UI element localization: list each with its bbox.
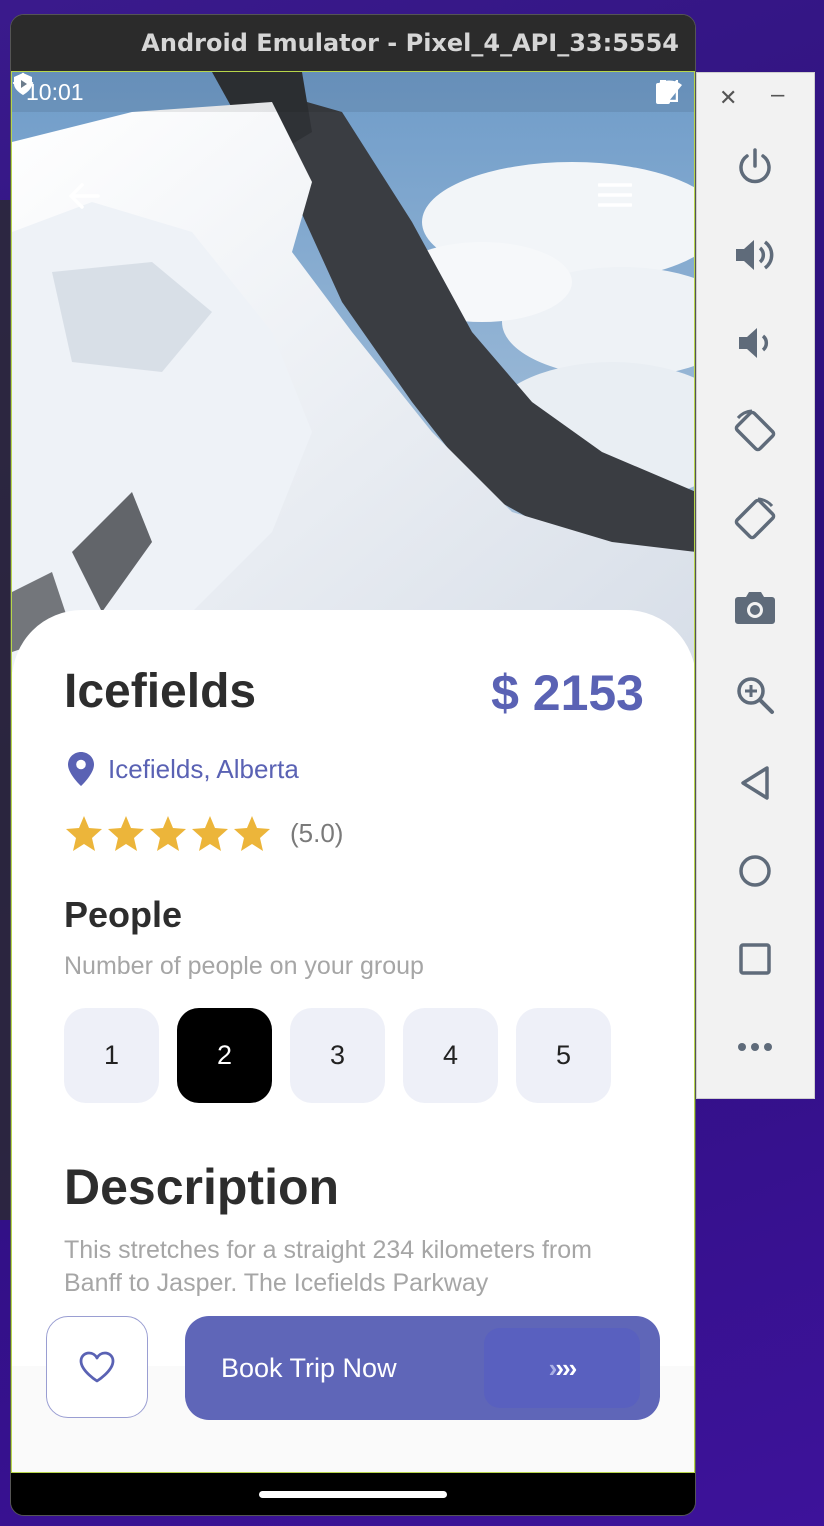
rating-value: (5.0) bbox=[290, 817, 344, 848]
arrows-faint: › bbox=[548, 1352, 558, 1383]
emulator-toolbar: ✕ – bbox=[696, 72, 815, 1099]
rotate-right-icon bbox=[734, 497, 776, 540]
zoom-button[interactable] bbox=[727, 667, 783, 723]
people-option-3[interactable]: 3 bbox=[290, 1008, 385, 1103]
nav-back-button[interactable] bbox=[727, 755, 783, 811]
place-title: Icefields bbox=[64, 665, 257, 718]
people-options: 12345 bbox=[64, 1008, 611, 1103]
arrows-icon: › ››› bbox=[484, 1328, 640, 1408]
star-icon bbox=[234, 816, 270, 851]
people-heading: People bbox=[64, 894, 183, 935]
hero-image: 10:01 bbox=[12, 72, 694, 672]
people-option-5[interactable]: 5 bbox=[516, 1008, 611, 1103]
more-icon bbox=[738, 1043, 772, 1051]
power-button[interactable] bbox=[727, 139, 783, 195]
emulator-title-bar: Android Emulator - Pixel_4_API_33:5554 bbox=[11, 15, 695, 71]
people-option-4[interactable]: 4 bbox=[403, 1008, 498, 1103]
volume-down-button[interactable] bbox=[727, 315, 783, 371]
star-icon bbox=[192, 816, 228, 851]
minimize-icon[interactable]: – bbox=[771, 81, 784, 109]
home-gesture-handle[interactable] bbox=[259, 1491, 447, 1498]
desktop-background-shape bbox=[0, 200, 10, 1220]
toolbar-window-controls: ✕ – bbox=[697, 81, 816, 115]
location-text: Icefields, Alberta bbox=[108, 753, 299, 784]
window-title: Android Emulator - Pixel_4_API_33:5554 bbox=[141, 29, 679, 57]
zoom-icon bbox=[737, 677, 774, 714]
more-button[interactable] bbox=[727, 1019, 783, 1075]
location-pin-icon bbox=[68, 752, 94, 786]
star-icon bbox=[150, 816, 186, 851]
star-icon bbox=[108, 816, 144, 851]
camera-icon bbox=[735, 592, 775, 624]
people-option-1[interactable]: 1 bbox=[64, 1008, 159, 1103]
people-subtitle: Number of people on your group bbox=[64, 952, 424, 980]
home-icon bbox=[739, 855, 771, 887]
volume-down-icon bbox=[739, 328, 769, 358]
back-icon bbox=[741, 766, 769, 800]
book-trip-button[interactable]: Book Trip Now › ››› bbox=[185, 1316, 660, 1420]
hamburger-menu-icon bbox=[598, 183, 632, 207]
heart-icon bbox=[79, 1351, 115, 1383]
rotate-right-button[interactable] bbox=[727, 491, 783, 547]
rotate-left-icon bbox=[734, 409, 776, 452]
mountain-photo bbox=[12, 72, 694, 672]
location-row: Icefields, Alberta bbox=[68, 752, 299, 786]
status-time: 10:01 bbox=[26, 78, 84, 105]
people-option-2[interactable]: 2 bbox=[177, 1008, 272, 1103]
rating-row: (5.0) bbox=[64, 813, 343, 853]
gesture-nav-bar bbox=[11, 1473, 695, 1515]
power-icon bbox=[739, 148, 771, 184]
emulator-window: Android Emulator - Pixel_4_API_33:5554 1… bbox=[10, 14, 696, 1516]
favorite-button[interactable] bbox=[46, 1316, 148, 1418]
nav-overview-button[interactable] bbox=[727, 931, 783, 987]
close-icon[interactable]: ✕ bbox=[719, 85, 737, 111]
volume-up-icon bbox=[736, 240, 774, 270]
nav-home-button[interactable] bbox=[727, 843, 783, 899]
device-screen: 10:01 Icefields $ 2153 Icefields, Albert… bbox=[11, 71, 695, 1473]
battery-icon bbox=[656, 80, 670, 104]
arrow-left-icon bbox=[69, 183, 100, 209]
overview-icon bbox=[739, 943, 771, 975]
back-button[interactable] bbox=[68, 182, 108, 222]
volume-up-button[interactable] bbox=[727, 227, 783, 283]
book-trip-label: Book Trip Now bbox=[221, 1352, 397, 1383]
arrows-strong: ››› bbox=[555, 1352, 577, 1383]
description-heading: Description bbox=[64, 1159, 340, 1215]
description-text: This stretches for a straight 234 kilome… bbox=[64, 1236, 592, 1297]
place-price: $ 2153 bbox=[491, 665, 644, 721]
rotate-left-button[interactable] bbox=[727, 403, 783, 459]
status-bar: 10:01 bbox=[12, 72, 694, 112]
rating-stars bbox=[64, 813, 274, 853]
star-icon bbox=[66, 816, 102, 851]
screenshot-button[interactable] bbox=[727, 579, 783, 635]
menu-button[interactable] bbox=[598, 182, 638, 222]
